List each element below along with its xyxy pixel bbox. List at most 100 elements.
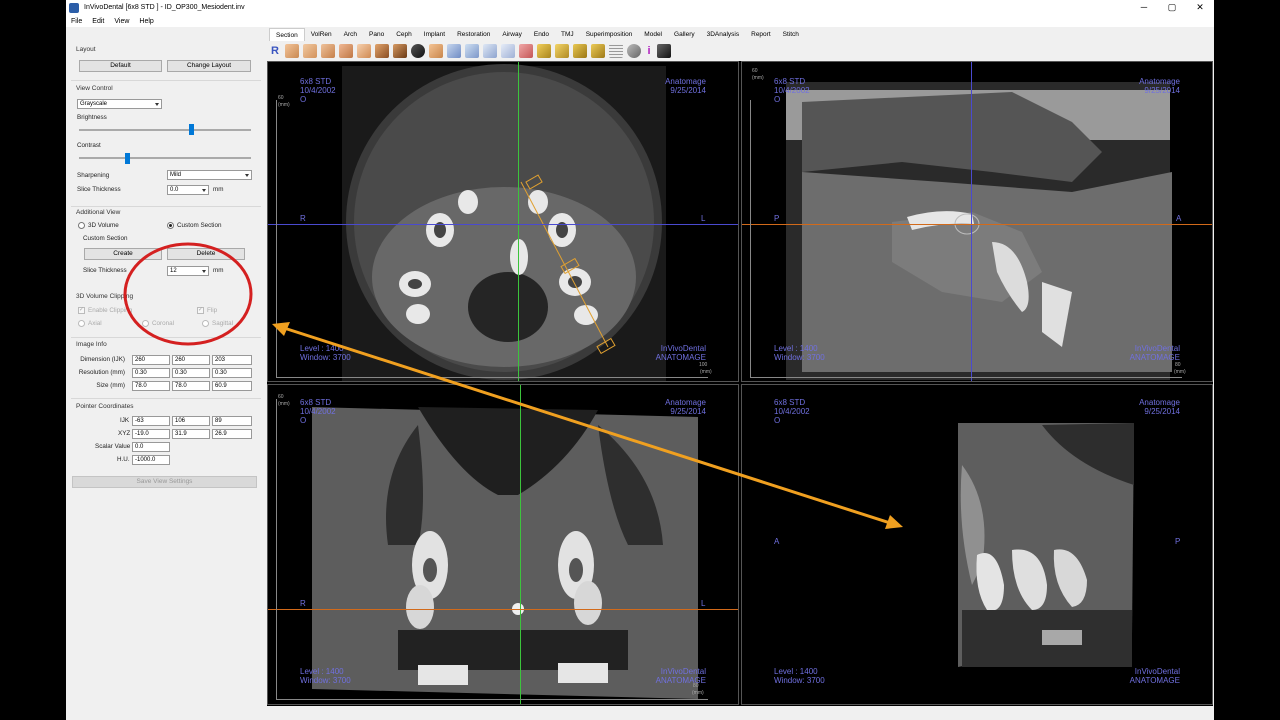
hu-label: H.U. [117, 456, 130, 463]
measure-line-icon[interactable] [465, 44, 479, 58]
layout-group: Layout Default Change Layout [71, 43, 261, 73]
xyz-label: XYZ [118, 430, 131, 437]
maximize-button[interactable]: ▢ [1158, 0, 1186, 15]
change-layout-button[interactable]: Change Layout [167, 60, 251, 72]
coronal-radio[interactable] [142, 320, 149, 327]
skin-view-4-icon[interactable] [339, 44, 353, 58]
scalar-value-label: Scalar Value [95, 443, 131, 450]
head-profile-icon[interactable] [393, 44, 407, 58]
default-layout-button[interactable]: Default [79, 60, 162, 72]
coronal-crosshair-horizontal[interactable] [268, 609, 738, 610]
tab-3danalysis[interactable]: 3DAnalysis [701, 28, 746, 41]
tab-airway[interactable]: Airway [496, 28, 528, 41]
sagittal-viewport[interactable]: 60 (mm) 80 (mm) 6x8 STD 10/4/2002 O Anatom… [741, 61, 1213, 382]
delete-section-button[interactable]: Delete [167, 248, 245, 260]
module-tabs: Section VolRen Arch Pano Ceph Implant Restorat… [269, 28, 805, 41]
menu-file[interactable]: File [66, 18, 87, 25]
tab-superimposition[interactable]: Superimposition [580, 28, 639, 41]
pen-tool-1-icon[interactable] [537, 44, 551, 58]
hu-value: -1000.0 [132, 455, 170, 465]
dark-profile-icon[interactable] [411, 44, 425, 58]
tab-arch[interactable]: Arch [338, 28, 363, 41]
pen-tool-3-icon[interactable] [573, 44, 587, 58]
sharpening-select[interactable]: Mild [167, 170, 252, 180]
brightness-slider-track[interactable] [79, 129, 251, 131]
coronal-viewport[interactable]: 60 (mm) 80 (mm) 6x8 STD 10/4/2002 O Anatom… [267, 384, 739, 705]
minimize-button[interactable]: ─ [1130, 0, 1158, 15]
tab-model[interactable]: Model [638, 28, 668, 41]
coronal-scan-image [312, 407, 698, 699]
axial-viewport[interactable]: 60 (mm) 100 (mm) 6x8 STD 10/4/2002 O Anato… [267, 61, 739, 382]
save-view-settings-button[interactable]: Save View Settings [72, 476, 257, 488]
tab-pano[interactable]: Pano [363, 28, 390, 41]
tab-gallery[interactable]: Gallery [668, 28, 701, 41]
grid-tool-icon[interactable] [609, 44, 623, 58]
sagittal-crosshair-vertical[interactable] [971, 62, 972, 381]
create-section-button[interactable]: Create [84, 248, 162, 260]
enable-clipping-checkbox[interactable]: ✓ [78, 307, 85, 314]
custom-section-radio[interactable] [167, 222, 174, 229]
contrast-slider-thumb[interactable] [125, 153, 131, 164]
axial-ruler-br-unit: (mm) [700, 369, 712, 375]
axial-left-orientation: L [701, 214, 706, 223]
skin-view-5-icon[interactable] [357, 44, 371, 58]
tab-tmj[interactable]: TMJ [555, 28, 580, 41]
face-view-icon[interactable] [429, 44, 443, 58]
colormap-select[interactable]: Grayscale [77, 99, 162, 109]
coronal-crosshair-vertical[interactable] [520, 385, 521, 704]
pen-tool-4-icon[interactable] [591, 44, 605, 58]
skull-view-icon[interactable] [375, 44, 389, 58]
sagittal-ruler-unit: (mm) [752, 75, 764, 81]
tab-stitch[interactable]: Stitch [777, 28, 805, 41]
axial-info-top-left: 6x8 STD 10/4/2002 O [300, 77, 336, 104]
axial-crosshair-horizontal[interactable] [268, 224, 738, 225]
viewport-area: 60 (mm) 100 (mm) 6x8 STD 10/4/2002 O Anato… [267, 61, 1213, 706]
axial-ruler-top-label: 60 [278, 95, 284, 101]
camera-icon[interactable] [657, 44, 671, 58]
axial-crosshair-vertical[interactable] [518, 62, 519, 381]
3d-volume-radio[interactable] [78, 222, 85, 229]
coronal-right-orientation: R [300, 599, 306, 608]
contrast-slider-track[interactable] [79, 157, 251, 159]
sagittal-crosshair-horizontal[interactable] [742, 224, 1212, 225]
axial-radio[interactable] [78, 320, 85, 327]
menu-edit[interactable]: Edit [87, 18, 109, 25]
slice-thickness-select[interactable]: 0.0 [167, 185, 209, 195]
rotate-r-tool-icon[interactable]: R [271, 44, 281, 58]
curve-tool-icon[interactable] [501, 44, 515, 58]
sagittal-radio[interactable] [202, 320, 209, 327]
tab-ceph[interactable]: Ceph [390, 28, 418, 41]
skin-view-3-icon[interactable] [321, 44, 335, 58]
custom-info-top-left: 6x8 STD 10/4/2002 O [774, 398, 810, 425]
tab-implant[interactable]: Implant [418, 28, 451, 41]
image-info-value: 260 [132, 355, 170, 365]
annotation-tool-icon[interactable] [519, 44, 533, 58]
menu-view[interactable]: View [109, 18, 134, 25]
close-button[interactable]: ✕ [1186, 0, 1214, 15]
image-info-title: Image Info [76, 341, 107, 348]
tab-endo[interactable]: Endo [528, 28, 555, 41]
skin-view-1-icon[interactable] [285, 44, 299, 58]
image-info-label: Dimension (IJK) [80, 356, 125, 363]
sagittal-info-top-right: Anatomage 9/25/2014 [1139, 77, 1180, 95]
area-tool-icon[interactable] [483, 44, 497, 58]
sagittal-watermark: InVivoDental ANATOMAGE [1129, 344, 1180, 362]
pointer-coordinates-title: Pointer Coordinates [76, 403, 134, 410]
flip-checkbox[interactable]: ✓ [197, 307, 204, 314]
link-tool-icon[interactable] [627, 44, 641, 58]
brightness-slider-thumb[interactable] [188, 124, 194, 135]
volume-clipping-title: 3D Volume Clipping [76, 293, 134, 300]
axial-scan-image [342, 64, 666, 381]
measure-angle-icon[interactable] [447, 44, 461, 58]
pen-tool-2-icon[interactable] [555, 44, 569, 58]
tab-section[interactable]: Section [269, 28, 305, 41]
info-icon[interactable]: i [645, 44, 653, 58]
tab-restoration[interactable]: Restoration [451, 28, 496, 41]
tab-volren[interactable]: VolRen [305, 28, 338, 41]
menu-help[interactable]: Help [134, 18, 158, 25]
custom-section-viewport[interactable]: 6x8 STD 10/4/2002 O Anatomage 9/25/2014 Lev… [741, 384, 1213, 705]
custom-slice-thickness-select[interactable]: 12 [167, 266, 209, 276]
tab-report[interactable]: Report [745, 28, 777, 41]
skin-view-2-icon[interactable] [303, 44, 317, 58]
custom-info-top-right: Anatomage 9/25/2014 [1139, 398, 1180, 416]
